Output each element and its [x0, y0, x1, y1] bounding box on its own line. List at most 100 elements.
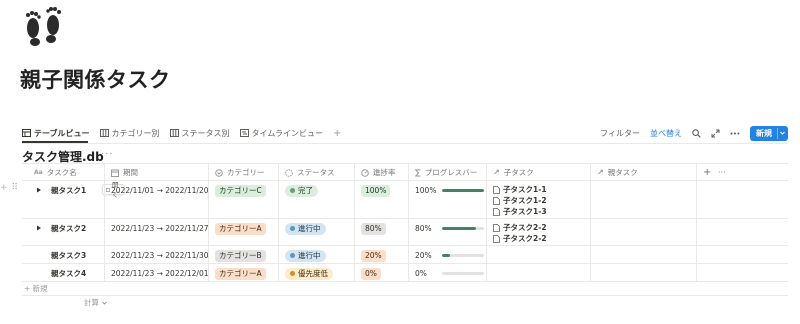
- status-text: 完了: [298, 185, 313, 195]
- expand-icon[interactable]: [711, 129, 720, 138]
- progress-rate-tag: 20%: [361, 249, 386, 262]
- column-header-status[interactable]: ステータス: [278, 164, 354, 181]
- page-icon: [493, 223, 500, 232]
- cell-period[interactable]: 2022/11/01 → 2022/11/20: [104, 181, 209, 218]
- footprints-icon[interactable]: [22, 6, 64, 50]
- period-text: 2022/11/23 → 2022/11/27: [111, 224, 209, 233]
- cell-parent-task[interactable]: [590, 219, 696, 245]
- cell-period[interactable]: 2022/11/23 → 2022/11/30: [104, 246, 209, 263]
- child-task-link[interactable]: 子タスク2-2: [493, 233, 547, 244]
- category-tag: カテゴリーB: [215, 249, 266, 262]
- filter-button[interactable]: フィルター: [600, 128, 640, 139]
- tab-table-view[interactable]: テーブルビュー: [22, 124, 90, 142]
- column-header-progress-rate[interactable]: 進捗率: [354, 164, 408, 181]
- cell-category[interactable]: カテゴリーA: [208, 264, 278, 281]
- cell-child-tasks[interactable]: [486, 246, 590, 263]
- column-label: 期間: [123, 168, 138, 177]
- database-more-icon[interactable]: ···: [101, 149, 114, 160]
- cell-parent-task[interactable]: [590, 181, 696, 218]
- child-task-link[interactable]: 子タスク2-2: [493, 222, 547, 233]
- cell-child-tasks[interactable]: 子タスク2-2 子タスク2-2: [486, 219, 590, 245]
- cell-parent-task[interactable]: [590, 264, 696, 281]
- period-text: 2022/11/23 → 2022/12/01: [111, 269, 209, 278]
- column-header-progress-bar[interactable]: ∑ プログレスバー: [408, 164, 486, 181]
- column-header-task-name[interactable]: Aa タスク名: [22, 164, 104, 181]
- search-icon[interactable]: [692, 128, 701, 138]
- cell-parent-task[interactable]: [590, 246, 696, 263]
- calculate-button[interactable]: 計算: [84, 297, 108, 308]
- progress-bar-fill: [442, 254, 451, 257]
- task-name: 親タスク1: [51, 186, 87, 195]
- title-aa-icon: Aa: [34, 169, 43, 176]
- cell-progress-rate[interactable]: 80%: [354, 219, 408, 245]
- cell-progress-rate[interactable]: 100%: [354, 181, 408, 218]
- category-tag: カテゴリーC: [215, 184, 266, 197]
- cell-progress-rate[interactable]: 20%: [354, 246, 408, 263]
- new-button-label: 新規: [756, 128, 772, 138]
- page-icon: [493, 234, 500, 243]
- cell-task-name[interactable]: 親タスク3: [22, 246, 104, 263]
- chevron-down-icon[interactable]: [779, 129, 786, 137]
- cell-category[interactable]: カテゴリーA: [208, 219, 278, 245]
- cell-category[interactable]: カテゴリーC: [208, 181, 278, 218]
- tab-status-board[interactable]: ステータス別: [169, 124, 230, 142]
- cell-progress-rate[interactable]: 0%: [354, 264, 408, 281]
- column-label: 子タスク: [503, 168, 534, 177]
- status-dot: [290, 253, 295, 258]
- progress-percent: 20%: [415, 251, 432, 260]
- progress-rate-tag: 0%: [361, 267, 381, 280]
- table-row[interactable]: 親タスク1 開く 2022/11/01 → 2022/11/20 カテゴリーC …: [22, 181, 788, 219]
- cell-child-tasks[interactable]: 子タスク1-1 子タスク1-2 子タスク1-3: [486, 181, 590, 218]
- cell-status[interactable]: 進行中: [278, 246, 354, 263]
- column-header-category[interactable]: カテゴリー: [208, 164, 278, 181]
- progress-percent: 80%: [415, 224, 432, 233]
- drag-handle-icon[interactable]: ⠿: [12, 183, 19, 193]
- status-badge: 完了: [285, 184, 318, 197]
- add-row-button[interactable]: + 新規: [22, 282, 788, 296]
- cell-empty: [696, 181, 788, 218]
- table-row[interactable]: 親タスク2 2022/11/23 → 2022/11/27 カテゴリーA 進行中…: [22, 219, 788, 246]
- child-task-name: 子タスク2-2: [503, 234, 547, 243]
- column-more-icon[interactable]: ···: [712, 164, 742, 181]
- column-label: 進捗率: [373, 168, 396, 177]
- sort-button[interactable]: 並べ替え: [650, 128, 682, 139]
- toggle-triangle-icon[interactable]: [36, 225, 42, 231]
- child-task-link[interactable]: 子タスク1-2: [493, 195, 547, 206]
- cell-progress-bar: 0%: [408, 264, 486, 281]
- table-row[interactable]: 親タスク3 2022/11/23 → 2022/11/30 カテゴリーB 進行中…: [22, 246, 788, 264]
- cell-period[interactable]: 2022/11/23 → 2022/12/01: [104, 264, 209, 281]
- plus-icon[interactable]: +: [0, 183, 8, 193]
- progress-percent: 0%: [415, 269, 427, 278]
- page-icon: [493, 207, 500, 216]
- cell-status[interactable]: 優先度低: [278, 264, 354, 281]
- tab-label: テーブルビュー: [34, 128, 90, 138]
- child-task-list: 子タスク2-2 子タスク2-2: [493, 222, 547, 244]
- more-options-icon[interactable]: [730, 132, 740, 135]
- cell-empty: [696, 264, 788, 281]
- toggle-triangle-icon[interactable]: [36, 187, 42, 193]
- category-tag: カテゴリーA: [215, 267, 266, 280]
- new-button[interactable]: 新規: [750, 125, 788, 141]
- cell-task-name[interactable]: 親タスク4: [22, 264, 104, 281]
- cell-period[interactable]: 2022/11/23 → 2022/11/27: [104, 219, 209, 245]
- child-task-link[interactable]: 子タスク1-3: [493, 206, 547, 217]
- column-label: プログレスバー: [424, 168, 478, 177]
- cell-status[interactable]: 進行中: [278, 219, 354, 245]
- cell-task-name[interactable]: 親タスク1 開く: [22, 181, 125, 218]
- column-header-period[interactable]: 期間: [104, 164, 208, 181]
- column-header-parent-task[interactable]: ↗ 親タスク: [590, 164, 696, 181]
- cell-category[interactable]: カテゴリーB: [208, 246, 278, 263]
- status-text: 進行中: [298, 250, 321, 260]
- add-view-button[interactable]: +: [333, 124, 341, 142]
- tab-label: カテゴリー別: [111, 128, 160, 138]
- tab-timeline-view[interactable]: タイムラインビュー: [239, 124, 323, 142]
- column-header-child-tasks[interactable]: ↗ 子タスク: [486, 164, 590, 181]
- cell-child-tasks[interactable]: [486, 264, 590, 281]
- view-bar: テーブルビュー カテゴリー別 ステータス別 タイムラインビュー + フィルター …: [0, 124, 800, 143]
- table-row[interactable]: 親タスク4 2022/11/23 → 2022/12/01 カテゴリーA 優先度…: [22, 264, 788, 282]
- child-task-link[interactable]: 子タスク1-1: [493, 184, 547, 195]
- cell-status[interactable]: 完了: [278, 181, 354, 218]
- tab-category-board[interactable]: カテゴリー別: [99, 124, 160, 142]
- cell-task-name[interactable]: 親タスク2: [22, 219, 104, 245]
- progress-bar-fill: [442, 189, 484, 192]
